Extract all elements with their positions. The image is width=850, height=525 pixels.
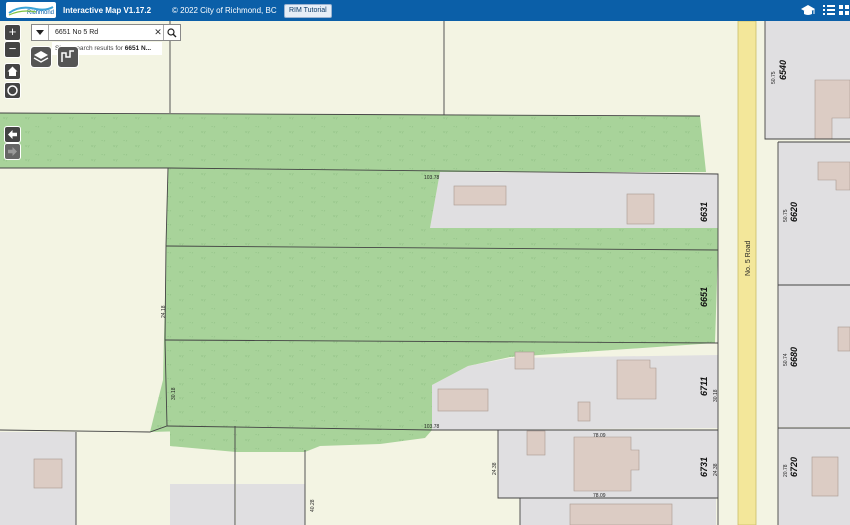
dimension-label: 20.78 [783,464,789,477]
building [453,185,507,206]
locate-icon [7,85,18,96]
dimension-label: 30.18 [713,389,719,402]
address-6711: 6711 [699,377,709,396]
address-6731: 6731 [699,457,709,477]
building [577,401,591,422]
address-6720: 6720 [789,457,799,477]
street-label: No. 5 Road [745,240,752,276]
graduation-cap-icon[interactable] [800,2,816,18]
zoom-in-button[interactable]: + [5,25,20,40]
dimension-label: 24.38 [492,462,498,475]
building [569,503,673,525]
dimension-label: 103.78 [424,175,440,181]
dimension-label: 50.75 [783,209,789,222]
dimension-label: 103.78 [424,424,440,430]
building [437,388,489,412]
legend-list-icon[interactable] [821,2,837,18]
dimension-label: 78.09 [593,493,606,499]
dimension-label: 40.28 [310,499,316,512]
zoom-out-button[interactable]: − [5,42,20,57]
address-6540: 6540 [778,60,788,80]
address-6651: 6651 [699,287,709,307]
building [811,456,839,497]
clear-search-icon[interactable]: ✕ [153,27,163,38]
richmond-logo[interactable]: Richmond [6,2,56,18]
header-bar: Richmond Interactive Map V1.17.2 © 2022 … [0,0,850,21]
next-extent-button[interactable] [5,144,20,159]
address-6680: 6680 [789,347,799,367]
logo-wave-icon [8,6,54,16]
arrow-left-icon [8,130,17,139]
search-suggestion-term: 6651 N... [124,45,152,52]
dimension-label: 30.18 [171,387,177,400]
dimension-label: 78.09 [593,433,606,439]
building [573,436,640,492]
address-6631: 6631 [699,202,709,222]
previous-extent-button[interactable] [5,127,20,142]
measure-icon [61,50,74,62]
grid-menu-icon[interactable] [838,2,850,18]
parcel-south-a [170,484,235,525]
app-title: Interactive Map V1.17.2 [63,6,152,15]
home-button[interactable] [5,64,20,79]
search-input[interactable]: 6651 No 5 Rd [49,29,153,36]
map-canvas[interactable]: ᵛʸ ᵛʸ [0,21,850,525]
search-button[interactable] [163,25,180,40]
arrow-right-icon [8,147,17,156]
dimension-label: 24.38 [713,463,719,476]
dimension-label: 50.75 [771,71,777,84]
measure-tool-button[interactable] [58,47,78,67]
building [514,351,535,370]
search-source-dropdown[interactable] [32,25,49,40]
home-icon [7,66,18,76]
locate-button[interactable] [5,83,20,98]
map-svg[interactable]: ᵛʸ ᵛʸ [0,21,850,525]
search-icon [167,27,177,37]
parcel-south-b [236,484,305,525]
layers-button[interactable] [31,47,51,67]
tutorial-button[interactable]: RIM Tutorial [284,4,332,18]
search-box[interactable]: 6651 No 5 Rd ✕ [31,24,181,41]
building [626,193,655,225]
dimension-label: 50.74 [783,353,789,366]
layers-icon [33,51,49,63]
building [837,326,850,352]
copyright-text: © 2022 City of Richmond, BC [172,6,277,15]
address-6620: 6620 [789,202,799,222]
building [33,458,63,489]
chevron-down-icon [36,29,44,35]
dimension-label: 24.18 [161,305,167,318]
building [526,430,546,456]
building [616,359,657,400]
